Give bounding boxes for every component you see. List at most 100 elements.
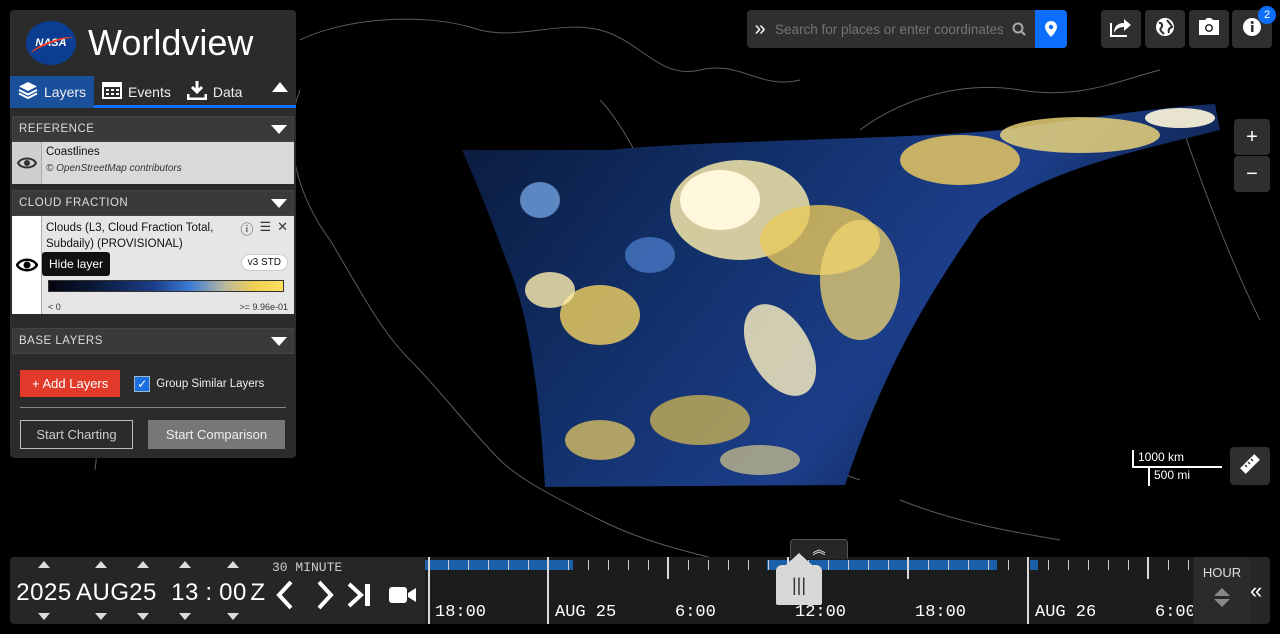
- layer-legend-colorbar: [48, 280, 284, 292]
- timeline-major-tick: [1147, 557, 1149, 579]
- start-charting-button[interactable]: Start Charting: [20, 420, 133, 449]
- group-base-layers[interactable]: BASE LAYERS: [12, 328, 294, 354]
- tab-data[interactable]: Data: [179, 76, 251, 108]
- timeline-minor-tick: [768, 560, 769, 570]
- close-icon[interactable]: ✕: [277, 219, 288, 238]
- layer-coastlines[interactable]: Coastlines © OpenStreetMap contributors: [12, 142, 294, 184]
- chevron-right-icon: [317, 580, 334, 610]
- date-month[interactable]: AUG: [76, 557, 129, 624]
- date-year-value[interactable]: 2025: [14, 579, 74, 607]
- timeline-minor-tick: [1108, 560, 1109, 570]
- date-year[interactable]: 2025: [14, 557, 74, 624]
- video-camera-icon: [389, 587, 416, 603]
- share-icon: [1110, 17, 1132, 42]
- search-icon[interactable]: [1003, 10, 1035, 48]
- legend-min-label: < 0: [48, 302, 61, 312]
- date-day-value[interactable]: 25: [126, 579, 160, 607]
- search-input[interactable]: [773, 10, 1003, 48]
- date-month-value[interactable]: AUG: [76, 579, 129, 607]
- tab-layers[interactable]: Layers: [10, 76, 95, 108]
- chevron-down-icon[interactable]: [227, 613, 239, 620]
- chevron-down-icon[interactable]: [271, 198, 287, 208]
- map-scale: 1000 km 500 mi: [1132, 450, 1222, 486]
- timeline-label: 12:00: [795, 603, 847, 622]
- layer-sidebar: NASA Worldview Layers Events Data REFERE…: [10, 10, 296, 458]
- group-base-layers-label: BASE LAYERS: [19, 335, 103, 347]
- add-layers-button[interactable]: + Add Layers: [20, 370, 121, 397]
- info-icon[interactable]: ⓘ: [240, 219, 253, 238]
- timeline-minor-tick: [628, 560, 629, 570]
- collapse-sidebar-icon[interactable]: [272, 82, 288, 92]
- chevron-down-icon[interactable]: [38, 613, 50, 620]
- minus-icon: −: [1246, 162, 1258, 185]
- time-zone-value: Z: [250, 579, 266, 606]
- chevron-up-icon[interactable]: [227, 561, 239, 568]
- timeline-drag-handle[interactable]: |||: [776, 553, 822, 605]
- chevron-up-icon[interactable]: [95, 561, 107, 568]
- double-chevron-right-icon[interactable]: »: [747, 18, 773, 41]
- group-cloud-fraction[interactable]: CLOUD FRACTION: [12, 190, 294, 216]
- timeline-label: AUG 25: [555, 603, 617, 622]
- date-hour[interactable]: 13: [168, 557, 202, 624]
- chevron-down-icon[interactable]: [271, 336, 287, 346]
- chevron-up-icon[interactable]: [1214, 588, 1230, 596]
- tab-events[interactable]: Events: [94, 76, 179, 108]
- zoom-out-button[interactable]: −: [1234, 156, 1270, 192]
- download-icon: [186, 80, 208, 105]
- snapshot-button[interactable]: [1189, 10, 1229, 48]
- timeline-minor-tick: [848, 560, 849, 570]
- hide-layer-tooltip: Hide layer: [42, 252, 111, 276]
- zoom-level-label[interactable]: HOUR: [1194, 565, 1250, 580]
- scale-km-label: 1000 km: [1132, 450, 1222, 468]
- timeline-zoom-level[interactable]: HOUR: [1194, 557, 1250, 624]
- hide-timeline-button[interactable]: «: [1250, 578, 1262, 604]
- group-similar-checkbox[interactable]: ✓: [134, 375, 151, 392]
- layer-version-badge: v3 STD: [240, 254, 288, 271]
- animation-button[interactable]: [388, 579, 418, 618]
- group-reference-label: REFERENCE: [19, 123, 95, 135]
- map-pin-icon[interactable]: [1035, 10, 1067, 48]
- timeline-minor-tick: [1188, 560, 1189, 570]
- nasa-logo[interactable]: NASA: [26, 21, 76, 65]
- date-day[interactable]: 25: [126, 557, 160, 624]
- timeline-minor-tick: [1008, 560, 1009, 570]
- layer-coastlines-name: Coastlines: [46, 146, 100, 158]
- chevron-up-icon[interactable]: [179, 561, 191, 568]
- chevron-down-icon[interactable]: [95, 613, 107, 620]
- jump-to-latest-button[interactable]: [346, 579, 374, 618]
- start-comparison-button[interactable]: Start Comparison: [148, 420, 285, 449]
- timeline-minor-tick: [588, 560, 589, 570]
- projection-button[interactable]: [1145, 10, 1185, 48]
- share-button[interactable]: [1101, 10, 1141, 48]
- date-hour-value[interactable]: 13: [168, 579, 202, 607]
- chevron-down-icon[interactable]: [179, 613, 191, 620]
- eye-icon[interactable]: [12, 142, 42, 184]
- zoom-in-button[interactable]: +: [1234, 119, 1270, 155]
- ruler-icon: [1239, 453, 1261, 480]
- group-reference[interactable]: REFERENCE: [12, 116, 294, 142]
- timeline-minor-tick: [728, 560, 729, 570]
- interval-selector[interactable]: 30 MINUTE: [272, 560, 342, 575]
- timeline-label: 6:00: [675, 603, 716, 622]
- eye-icon[interactable]: [12, 216, 42, 314]
- chevron-left-icon: [276, 580, 293, 610]
- step-back-button[interactable]: [274, 579, 296, 618]
- chevron-down-icon[interactable]: [137, 613, 149, 620]
- info-button[interactable]: 2: [1232, 6, 1276, 48]
- chevron-down-icon[interactable]: [271, 124, 287, 134]
- date-minute[interactable]: 00: [216, 557, 250, 624]
- timeline-minor-tick: [1068, 560, 1069, 570]
- settings-sliders-icon[interactable]: ☰: [259, 219, 271, 238]
- timeline-minor-tick: [948, 560, 949, 570]
- measure-button[interactable]: [1230, 447, 1270, 485]
- layers-icon: [18, 81, 38, 104]
- tab-events-label: Events: [128, 84, 171, 100]
- grip-icon: |||: [791, 574, 807, 595]
- legend-max-label: >= 9.96e-01: [239, 302, 288, 312]
- chevron-down-icon[interactable]: [1214, 599, 1230, 607]
- step-forward-button[interactable]: [314, 579, 336, 618]
- date-minute-value[interactable]: 00: [216, 579, 250, 607]
- timeline-minor-tick: [1128, 560, 1129, 570]
- chevron-up-icon[interactable]: [38, 561, 50, 568]
- chevron-up-icon[interactable]: [137, 561, 149, 568]
